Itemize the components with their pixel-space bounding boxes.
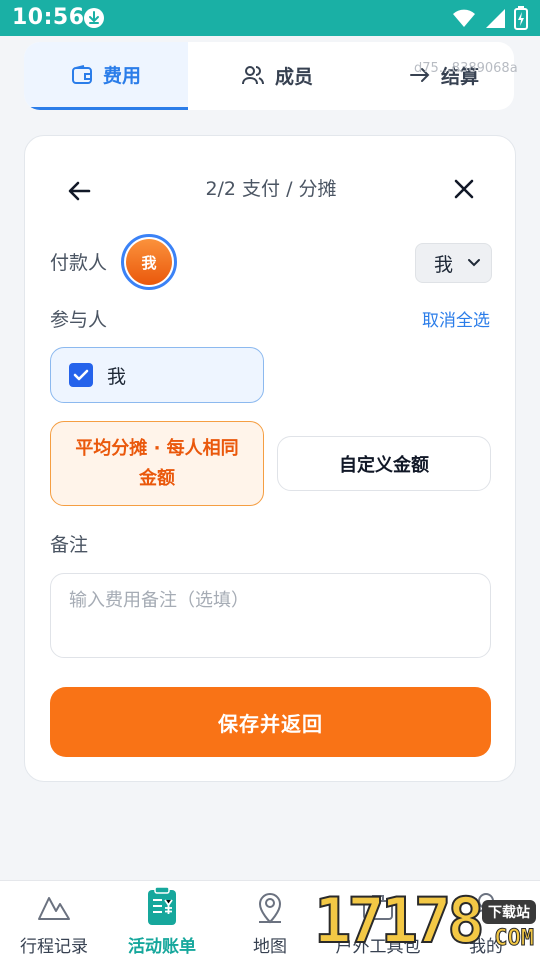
participants-label: 参与人: [50, 309, 108, 331]
payer-label: 付款人: [50, 252, 108, 274]
signal-icon: [486, 9, 505, 28]
site-logo-number: 17178: [313, 884, 486, 957]
close-button[interactable]: [449, 174, 479, 204]
watermark-text: d75…8389068a: [414, 61, 518, 76]
wallet-icon: [71, 64, 92, 84]
status-time: 10:56: [12, 5, 85, 30]
notes-label: 备注: [50, 534, 89, 556]
split-card: 2/2 支付 / 分摊 付款人 我 我 参与人 取消全选 我 平均分摊 · 每人…: [24, 135, 516, 782]
download-icon: [84, 8, 104, 28]
site-logo-suffix: COM: [494, 926, 535, 952]
tab-members[interactable]: 成员: [202, 42, 352, 108]
split-equal-button[interactable]: 平均分摊 · 每人相同金额: [50, 421, 264, 506]
chevron-down-icon: [468, 259, 481, 267]
mountain-icon: [34, 887, 74, 927]
bill-icon: [142, 887, 182, 927]
nav-map-label: 地图: [253, 937, 287, 957]
deselect-all-link[interactable]: 取消全选: [422, 306, 490, 331]
save-and-return-button[interactable]: 保存并返回: [50, 687, 491, 757]
map-pin-icon: [250, 887, 290, 927]
checkbox-checked[interactable]: [69, 363, 93, 387]
payer-avatar[interactable]: 我: [121, 234, 177, 290]
payer-select[interactable]: 我: [415, 243, 492, 283]
step-title: 2/2 支付 / 分摊: [205, 178, 337, 200]
payer-avatar-text: 我: [126, 239, 172, 285]
payer-select-value: 我: [434, 253, 454, 276]
nav-activity-bill-label: 活动账单: [128, 937, 196, 957]
tab-expenses[interactable]: 费用: [24, 42, 188, 110]
battery-icon: [514, 6, 528, 30]
close-icon: [454, 179, 474, 199]
status-icons: [452, 6, 528, 30]
notes-input[interactable]: [50, 573, 491, 658]
site-logo-tag: 下载站: [482, 900, 536, 924]
nav-map[interactable]: 地图: [216, 887, 324, 957]
tab-bar: 费用 成员 结算: [24, 42, 514, 110]
participant-chip[interactable]: 我: [50, 347, 264, 403]
nav-activity-bill[interactable]: 活动账单: [108, 887, 216, 957]
users-icon: [241, 66, 264, 85]
tab-members-label: 成员: [274, 65, 313, 88]
check-icon: [73, 369, 89, 381]
site-logo: 17178 下载站 COM: [313, 884, 540, 960]
nav-trip-records[interactable]: 行程记录: [0, 887, 108, 957]
split-custom-button[interactable]: 自定义金额: [277, 436, 491, 491]
participant-name: 我: [107, 365, 127, 388]
status-bar: 10:56: [0, 0, 540, 36]
tab-expenses-label: 费用: [102, 65, 141, 87]
wifi-icon: [453, 9, 475, 27]
nav-trip-records-label: 行程记录: [20, 937, 88, 957]
